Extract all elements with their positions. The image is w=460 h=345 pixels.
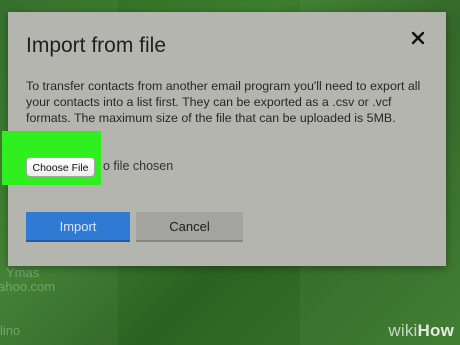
close-icon-glyph	[411, 31, 425, 45]
watermark-wiki: wiki	[388, 321, 418, 340]
no-file-chosen-text: o file chosen	[103, 159, 174, 173]
import-button[interactable]: Import	[26, 212, 130, 242]
background-text-email: ahoo.com	[0, 279, 56, 294]
background-text-name-2: lino	[0, 323, 21, 338]
wikihow-watermark: wikiHow	[388, 321, 454, 341]
dialog-description: To transfer contacts from another email …	[26, 79, 421, 125]
watermark-how: How	[417, 321, 454, 340]
background-text-name: Ymas	[6, 265, 40, 280]
dialog-title: Import from file	[26, 34, 167, 57]
close-icon[interactable]	[408, 28, 428, 48]
cancel-button[interactable]: Cancel	[136, 212, 243, 242]
choose-file-button[interactable]: Choose File	[26, 157, 95, 177]
